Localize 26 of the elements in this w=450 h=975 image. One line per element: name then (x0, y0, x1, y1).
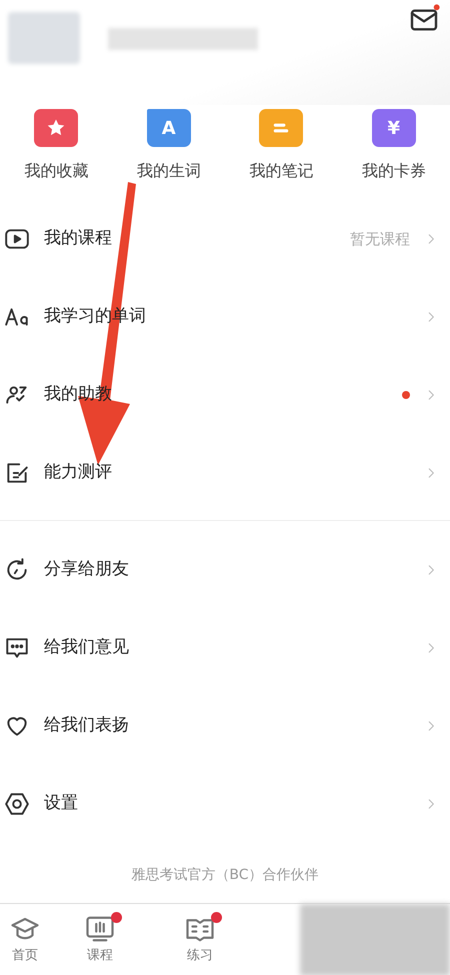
menu-label: 分享给朋友 (44, 558, 130, 582)
menu-item[interactable]: 我的课程 暂无课程 (0, 200, 450, 278)
menu-item[interactable]: 分享给朋友 (0, 531, 450, 609)
folder-icon: A (146, 109, 191, 147)
menu-label: 能力测评 (44, 461, 113, 484)
shortcut-button[interactable]: 我的笔记 (225, 105, 338, 200)
menu-item[interactable]: 给我们表扬 (0, 687, 450, 765)
menu-label: 给我们表扬 (44, 714, 130, 738)
menu-label: 我的课程 (44, 227, 113, 250)
partner-text: 雅思考试官方（BC）合作伙伴 (130, 866, 320, 885)
shortcut-button[interactable]: ¥ 我的卡券 (338, 105, 450, 200)
menu-item[interactable]: 能力测评 (0, 434, 450, 512)
menu-item[interactable]: 给我们意见 (0, 609, 450, 687)
blurred-avatar (8, 12, 80, 64)
settings-icon (4, 791, 30, 817)
mail-icon[interactable] (408, 4, 440, 32)
coupon-icon: ¥ (372, 109, 416, 147)
tab-button[interactable]: 练习 (150, 904, 250, 975)
shortcut-button[interactable]: 我的收藏 (0, 105, 112, 200)
menu-item[interactable]: 设置 (0, 765, 450, 843)
tab-button[interactable]: 课程 (50, 904, 150, 975)
menu-label: 设置 (44, 792, 79, 816)
tab-button[interactable]: 首页 (0, 904, 50, 975)
menu-value: 暂无课程 (350, 228, 410, 250)
menu-label: 给我们意见 (44, 636, 130, 660)
shortcut-button[interactable]: A 我的生词 (112, 105, 225, 200)
